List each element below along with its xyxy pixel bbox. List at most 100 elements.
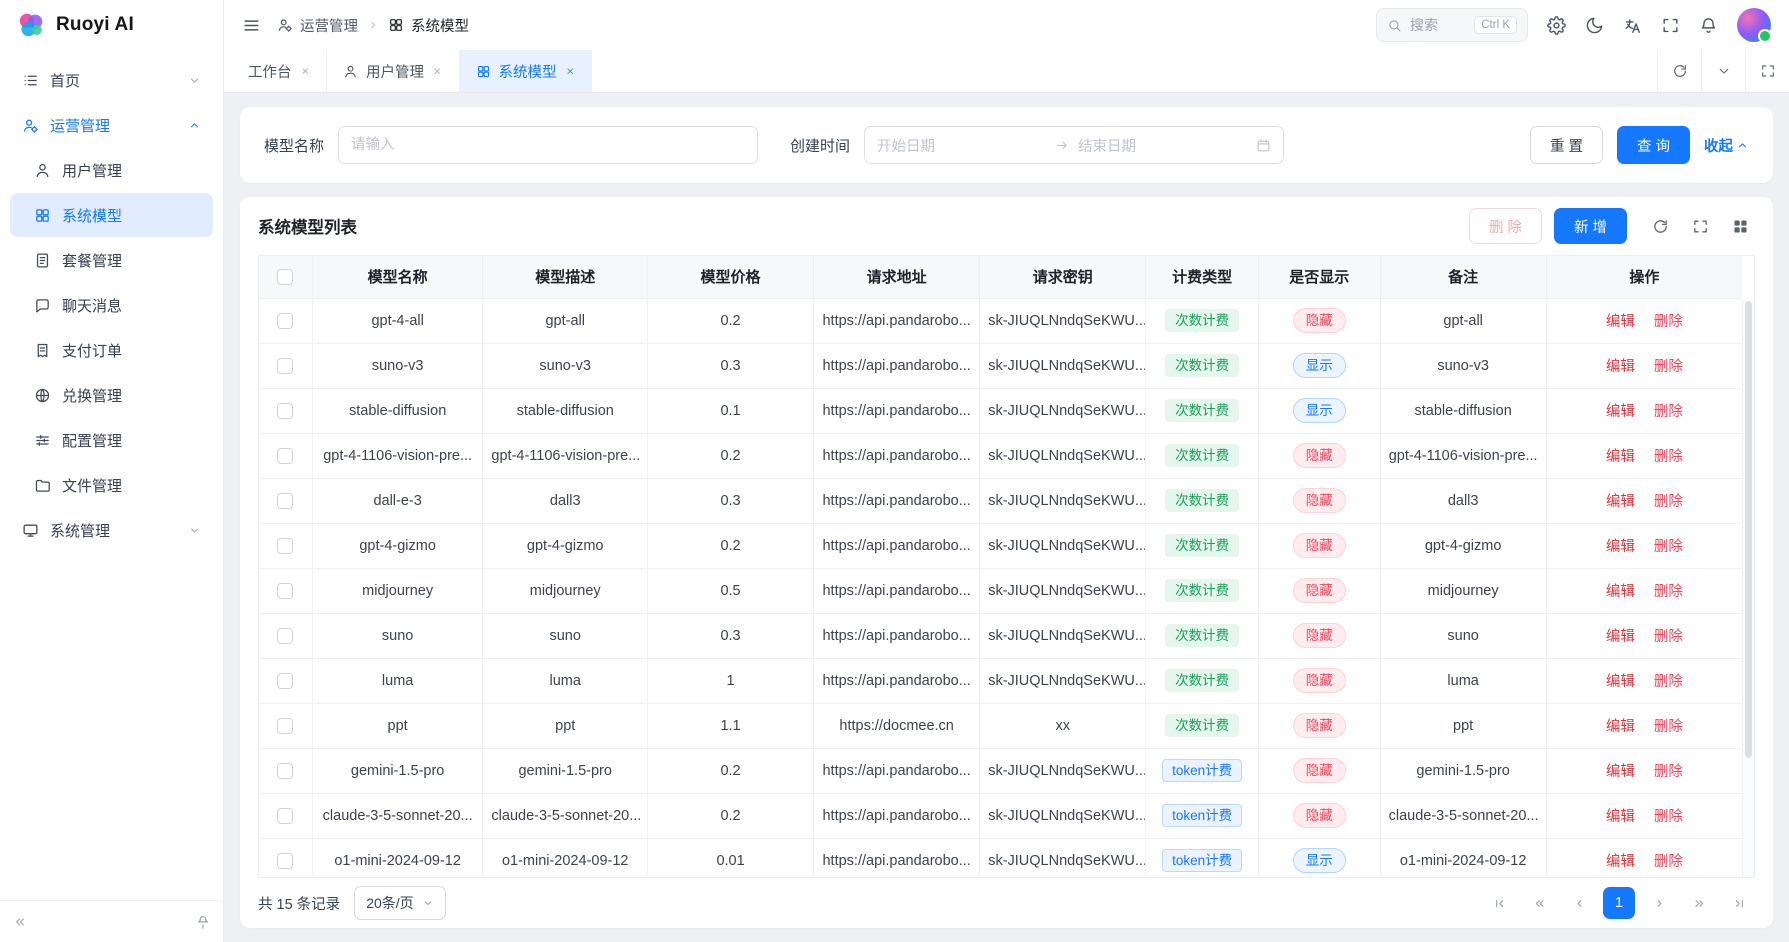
fullscreen-icon[interactable]: [1745, 50, 1789, 92]
pin-icon[interactable]: [195, 914, 211, 930]
delete-link[interactable]: 删除: [1654, 359, 1683, 375]
reset-button[interactable]: 重 置: [1530, 126, 1603, 164]
sidebar-item-system-model[interactable]: 系统模型: [10, 193, 213, 237]
row-checkbox[interactable]: [277, 673, 293, 689]
table-scrollbar[interactable]: [1742, 299, 1754, 877]
next-page-button[interactable]: [1643, 887, 1675, 919]
sidebar-item-operations[interactable]: 运营管理: [10, 103, 213, 147]
fast-next-button[interactable]: [1683, 887, 1715, 919]
sidebar-item-exchange-management[interactable]: 兑换管理: [10, 373, 213, 417]
sidebar-toggle-button[interactable]: [242, 16, 261, 35]
edit-link[interactable]: 编辑: [1606, 449, 1635, 465]
scrollbar-thumb[interactable]: [1745, 301, 1752, 758]
delete-link[interactable]: 删除: [1654, 314, 1683, 330]
row-checkbox[interactable]: [277, 763, 293, 779]
tab-system-model[interactable]: 系统模型: [460, 50, 593, 92]
fast-prev-button[interactable]: [1523, 887, 1555, 919]
sidebar-item-home[interactable]: 首页: [10, 58, 213, 102]
gear-icon[interactable]: [1547, 16, 1566, 35]
row-checkbox[interactable]: [277, 493, 293, 509]
delete-link[interactable]: 删除: [1654, 449, 1683, 465]
select-all-checkbox[interactable]: [277, 269, 293, 285]
cell-request-key: sk-JIUQLNndqSeKWU...: [980, 478, 1146, 523]
batch-delete-button[interactable]: 删 除: [1469, 208, 1542, 244]
delete-link[interactable]: 删除: [1654, 494, 1683, 510]
collapse-filter-link[interactable]: 收起: [1704, 135, 1749, 156]
row-checkbox[interactable]: [277, 808, 293, 824]
sidebar-item-file-management[interactable]: 文件管理: [10, 463, 213, 507]
add-button[interactable]: 新 增: [1554, 208, 1627, 244]
delete-link[interactable]: 删除: [1654, 674, 1683, 690]
row-checkbox[interactable]: [277, 853, 293, 869]
cell-model-name: gemini-1.5-pro: [312, 748, 483, 793]
edit-link[interactable]: 编辑: [1606, 539, 1635, 555]
global-search[interactable]: 搜索 Ctrl K: [1376, 8, 1528, 42]
model-name-input[interactable]: [338, 126, 758, 164]
row-checkbox[interactable]: [277, 358, 293, 374]
delete-link[interactable]: 删除: [1654, 764, 1683, 780]
fullscreen-icon[interactable]: [1661, 16, 1680, 35]
user-avatar[interactable]: [1737, 8, 1771, 42]
page-1-button[interactable]: 1: [1603, 887, 1635, 919]
last-page-button[interactable]: [1723, 887, 1755, 919]
edit-link[interactable]: 编辑: [1606, 494, 1635, 510]
moon-icon[interactable]: [1585, 16, 1604, 35]
edit-link[interactable]: 编辑: [1606, 854, 1635, 870]
close-icon[interactable]: [565, 66, 576, 77]
sidebar-collapse-button[interactable]: [12, 914, 28, 930]
sidebar-item-label: 兑换管理: [62, 385, 201, 406]
close-icon[interactable]: [300, 66, 311, 77]
collapse-label: 收起: [1704, 135, 1733, 156]
close-icon[interactable]: [432, 66, 443, 77]
delete-link[interactable]: 删除: [1654, 404, 1683, 420]
breadcrumb-item-operations[interactable]: 运营管理: [277, 15, 358, 36]
breadcrumb-item-system-model[interactable]: 系统模型: [388, 15, 469, 36]
row-checkbox[interactable]: [277, 718, 293, 734]
edit-link[interactable]: 编辑: [1606, 719, 1635, 735]
row-checkbox[interactable]: [277, 583, 293, 599]
column-settings-icon[interactable]: [1725, 211, 1755, 241]
edit-link[interactable]: 编辑: [1606, 584, 1635, 600]
edit-link[interactable]: 编辑: [1606, 809, 1635, 825]
tab-workbench[interactable]: 工作台: [232, 50, 327, 92]
edit-link[interactable]: 编辑: [1606, 359, 1635, 375]
delete-link[interactable]: 删除: [1654, 809, 1683, 825]
home-icon: [22, 72, 39, 89]
sidebar-item-chat-messages[interactable]: 聊天消息: [10, 283, 213, 327]
delete-link[interactable]: 删除: [1654, 539, 1683, 555]
sidebar-item-payment-orders[interactable]: 支付订单: [10, 328, 213, 372]
delete-link[interactable]: 删除: [1654, 584, 1683, 600]
delete-link[interactable]: 删除: [1654, 854, 1683, 870]
edit-link[interactable]: 编辑: [1606, 674, 1635, 690]
sidebar-item-package-management[interactable]: 套餐管理: [10, 238, 213, 282]
cell-model-price: 0.01: [648, 838, 814, 878]
edit-link[interactable]: 编辑: [1606, 404, 1635, 420]
row-checkbox[interactable]: [277, 538, 293, 554]
sidebar-item-user-management[interactable]: 用户管理: [10, 148, 213, 192]
date-range-picker[interactable]: 开始日期 结束日期: [864, 126, 1284, 164]
page-size-select[interactable]: 20条/页: [354, 886, 445, 920]
sidebar-item-config-management[interactable]: 配置管理: [10, 418, 213, 462]
row-checkbox[interactable]: [277, 313, 293, 329]
row-checkbox[interactable]: [277, 403, 293, 419]
edit-link[interactable]: 编辑: [1606, 629, 1635, 645]
query-button[interactable]: 查 询: [1617, 126, 1690, 164]
first-page-button[interactable]: [1483, 887, 1515, 919]
table-tool-icons: [1645, 211, 1755, 241]
edit-link[interactable]: 编辑: [1606, 314, 1635, 330]
sidebar-item-system-management[interactable]: 系统管理: [10, 508, 213, 552]
prev-page-button[interactable]: [1563, 887, 1595, 919]
bell-icon[interactable]: [1699, 16, 1718, 35]
fullscreen-icon[interactable]: [1685, 211, 1715, 241]
app-logo[interactable]: Ruoyi AI: [0, 0, 223, 50]
delete-link[interactable]: 删除: [1654, 629, 1683, 645]
refresh-icon[interactable]: [1645, 211, 1675, 241]
edit-link[interactable]: 编辑: [1606, 764, 1635, 780]
tab-user-management[interactable]: 用户管理: [327, 50, 460, 92]
chevron-down-icon[interactable]: [1701, 50, 1745, 92]
row-checkbox[interactable]: [277, 448, 293, 464]
translate-icon[interactable]: [1623, 16, 1642, 35]
row-checkbox[interactable]: [277, 628, 293, 644]
delete-link[interactable]: 删除: [1654, 719, 1683, 735]
refresh-icon[interactable]: [1657, 50, 1701, 92]
